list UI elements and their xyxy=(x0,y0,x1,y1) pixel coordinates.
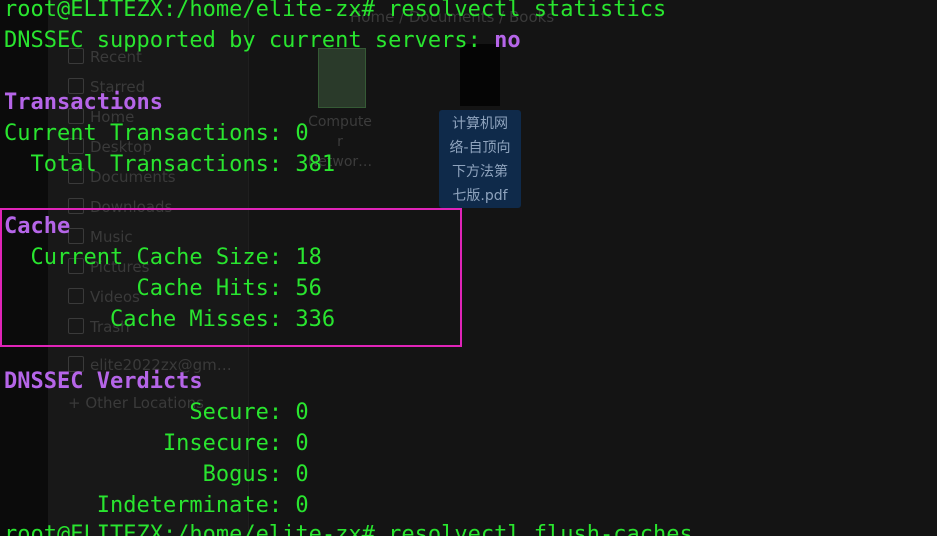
dnssec-supported-value: no xyxy=(494,28,521,53)
insecure-line: Insecure: 0 xyxy=(4,431,309,456)
dnssec-supported-label: DNSSEC supported by current servers: xyxy=(4,28,495,53)
dnssec-supported-line: DNSSEC supported by current servers: no xyxy=(4,25,521,56)
dnssec-verdicts-heading: DNSSEC Verdicts xyxy=(4,369,203,394)
current-transactions-line: Current Transactions: 0 xyxy=(4,121,309,146)
cache-highlight-box xyxy=(0,208,462,347)
total-transactions-line: Total Transactions: 381 xyxy=(4,152,336,177)
prompt-line: root@ELITEZX:/home/elite-zx# resolvectl … xyxy=(4,0,667,22)
secure-line: Secure: 0 xyxy=(4,400,309,425)
indeterminate-line: Indeterminate: 0 xyxy=(4,493,309,518)
bogus-line: Bogus: 0 xyxy=(4,462,309,487)
prompt-line-flush: root@ELITEZX:/home/elite-zx# resolvectl … xyxy=(4,522,693,536)
transactions-heading: Transactions xyxy=(4,90,163,115)
